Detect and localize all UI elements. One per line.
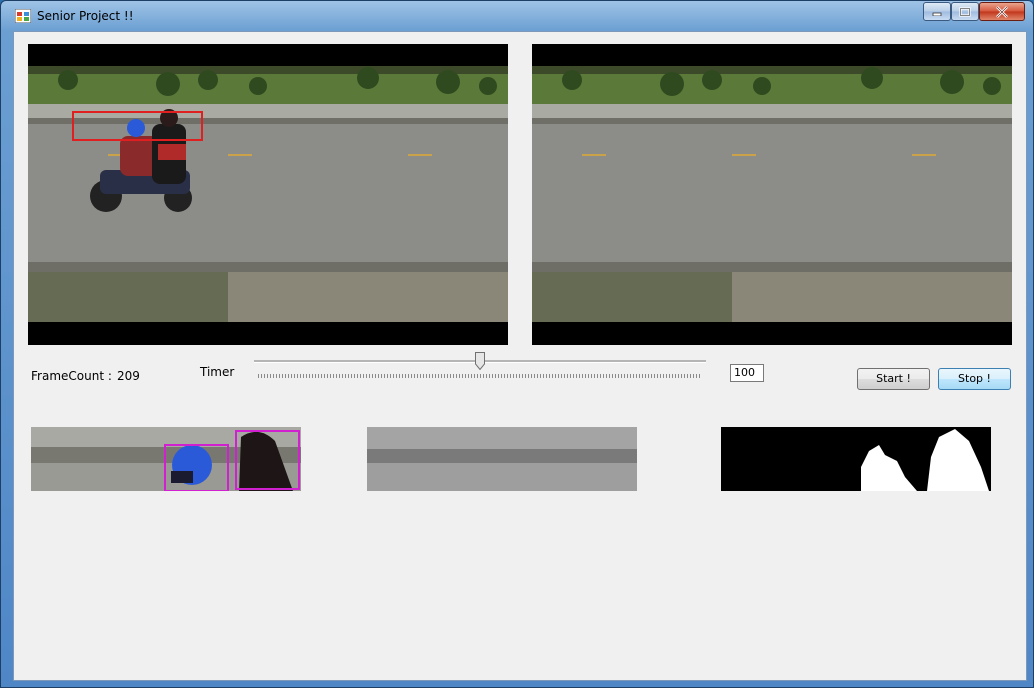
background-crop (367, 427, 637, 491)
timer-interval-input[interactable]: 100 (730, 364, 764, 382)
start-button[interactable]: Start ! (857, 368, 930, 390)
timer-slider[interactable] (254, 352, 706, 382)
video-background (532, 44, 1012, 345)
frame-count-value: 209 (117, 369, 140, 383)
slider-ticks (258, 374, 702, 378)
background-scene-image (532, 66, 1012, 322)
title-bar[interactable]: Senior Project !! (1, 1, 1033, 31)
form-client-area: FrameCount : 209 Timer 100 Start ! Stop … (13, 31, 1027, 681)
window-title: Senior Project !! (37, 9, 134, 23)
foreground-mask (721, 427, 991, 491)
app-window: Senior Project !! FrameCount: 209 Timer… (0, 0, 1034, 688)
faces-crop-image (31, 427, 301, 491)
minimize-icon (932, 12, 942, 16)
close-button[interactable] (979, 2, 1025, 21)
foreground-mask-image (721, 427, 991, 491)
maximize-button[interactable] (951, 2, 979, 21)
timer-label: Timer (200, 365, 235, 379)
slider-thumb[interactable] (475, 352, 485, 370)
video-original (28, 44, 508, 345)
detected-faces-crop (31, 427, 301, 491)
stop-button[interactable]: Stop ! (938, 368, 1011, 390)
app-icon (15, 9, 31, 23)
minimize-button[interactable] (923, 2, 951, 21)
street-scene-image (28, 66, 508, 322)
close-icon (996, 5, 1008, 18)
maximize-icon (959, 6, 971, 17)
frame-count-label: FrameCount : (31, 369, 112, 383)
background-crop-image (367, 427, 637, 491)
